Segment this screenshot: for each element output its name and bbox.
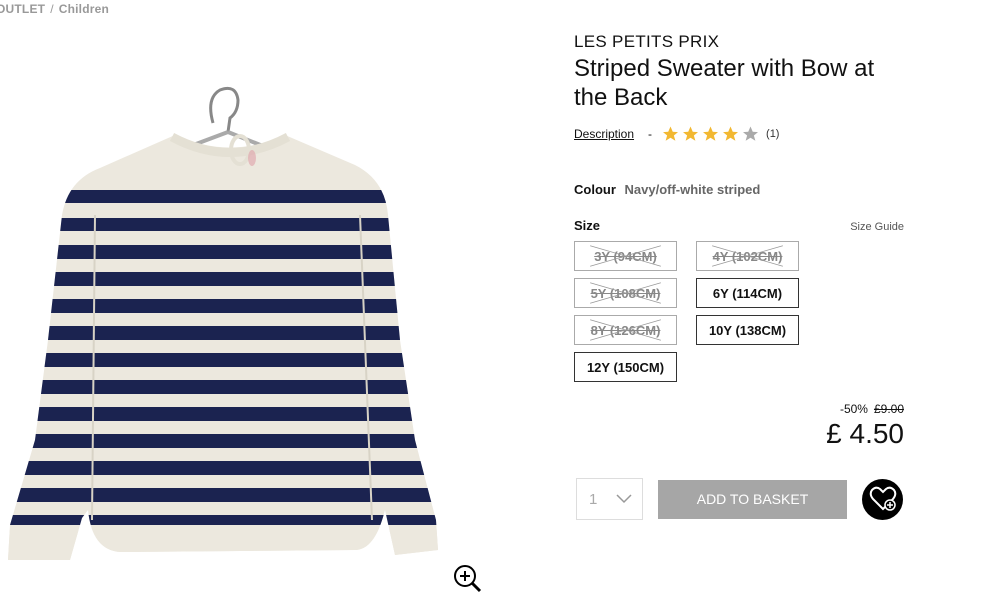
zoom-in-icon[interactable]: [452, 563, 482, 592]
unavailable-cross: [590, 319, 661, 341]
star-icon: [743, 126, 759, 141]
size-option[interactable]: 12Y (150CM): [574, 352, 677, 382]
star-icon: [683, 126, 699, 141]
star-icon: [703, 126, 719, 141]
quantity-value: 1: [589, 490, 598, 508]
size-header: Size Size Guide: [574, 218, 904, 233]
breadcrumb-item-outlet[interactable]: OUTLET: [0, 2, 45, 16]
quantity-select[interactable]: 1: [576, 478, 643, 520]
size-option: 5Y (108CM): [574, 278, 677, 308]
product-image[interactable]: [0, 40, 460, 592]
separator-dash: -: [648, 127, 653, 141]
breadcrumb-item-children[interactable]: Children: [59, 2, 109, 16]
size-options: 3Y (94CM) 4Y (102CM) 5Y (108CM) 6Y (114CM) 8…: [574, 241, 904, 382]
size-option-label: 6Y (114CM): [712, 285, 783, 301]
discount-badge: -50%: [839, 402, 868, 416]
product-title: Striped Sweater with Bow at the Back: [574, 55, 875, 111]
size-option: 3Y (94CM): [574, 241, 677, 271]
unavailable-cross: [590, 245, 661, 267]
unavailable-cross: [590, 282, 661, 304]
unavailable-cross: [712, 245, 783, 267]
review-count[interactable]: (1): [766, 128, 779, 140]
old-price-row: -50% £9.00: [574, 402, 904, 416]
sweater-image: [8, 86, 438, 560]
colour-label: Colour: [574, 182, 616, 197]
buy-row: 1 ADD TO BASKET: [576, 478, 904, 520]
add-to-basket-button[interactable]: ADD TO BASKET: [658, 479, 847, 519]
size-option[interactable]: 10Y (138CM): [696, 315, 799, 345]
size-label: Size: [574, 218, 601, 233]
old-price: £9.00: [873, 402, 904, 416]
rating-stars[interactable]: [661, 125, 760, 143]
chevron-down-icon: [616, 494, 632, 504]
wishlist-button[interactable]: [862, 478, 903, 520]
size-guide-link[interactable]: Size Guide: [850, 221, 904, 233]
size-option-label: 12Y (150CM): [586, 359, 665, 375]
size-option: 8Y (126CM): [574, 315, 677, 345]
brand-name[interactable]: LES PETITS PRIX: [574, 32, 904, 52]
size-option[interactable]: 6Y (114CM): [696, 278, 799, 308]
colour-row: Colour Navy/off-white striped: [574, 182, 904, 197]
size-option: 4Y (102CM): [696, 241, 799, 271]
breadcrumb-separator: /: [50, 2, 54, 16]
colour-value: Navy/off-white striped: [624, 182, 761, 197]
rating-row: Description - (1): [574, 125, 904, 143]
breadcrumb: OUTLET / Children: [0, 2, 109, 16]
size-option-label: 10Y (138CM): [708, 322, 787, 338]
star-icon: [723, 126, 739, 141]
price-block: -50% £9.00 £ 4.50: [574, 402, 904, 450]
wishlist-heart-plus-icon: [869, 486, 896, 511]
description-link[interactable]: Description: [574, 127, 634, 141]
star-icon: [663, 126, 679, 141]
product-info: LES PETITS PRIX Striped Sweater with Bow…: [574, 32, 904, 520]
current-price: £ 4.50: [826, 418, 904, 449]
